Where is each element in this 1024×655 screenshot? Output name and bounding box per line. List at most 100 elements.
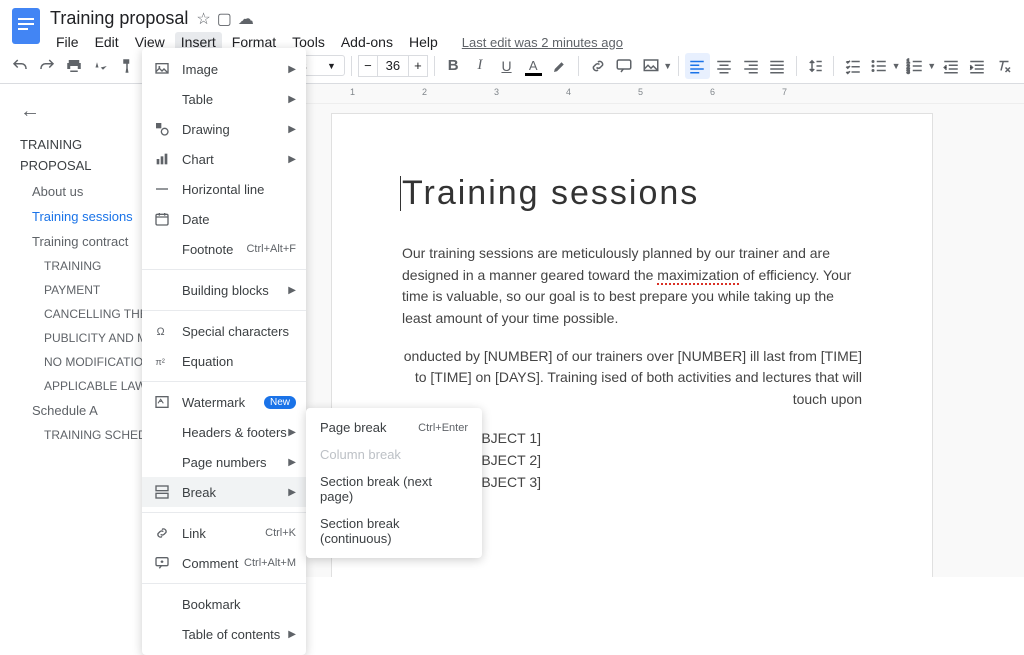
menu-item-label: Bookmark (182, 597, 296, 612)
menu-item-comment[interactable]: CommentCtrl+Alt+M (142, 548, 306, 578)
spellcheck-button[interactable] (88, 53, 113, 79)
submenu-item-page-break[interactable]: Page breakCtrl+Enter (306, 414, 482, 441)
align-left-button[interactable] (685, 53, 710, 79)
move-icon[interactable]: ▢ (217, 9, 232, 29)
insert-comment-button[interactable] (612, 53, 637, 79)
menu-item-label: Comment (182, 556, 244, 571)
bullet-list-chevron[interactable]: ▼ (892, 61, 901, 71)
star-icon[interactable]: ☆ (196, 9, 210, 29)
checklist-button[interactable] (840, 53, 865, 79)
menu-help[interactable]: Help (403, 32, 444, 52)
increase-indent-button[interactable] (965, 53, 990, 79)
menu-item-label: Footnote (182, 242, 246, 257)
menu-shortcut: Ctrl+K (265, 527, 296, 539)
blank-icon (152, 625, 172, 643)
print-button[interactable] (61, 53, 86, 79)
submenu-arrow-icon: ▶ (288, 427, 296, 438)
align-right-button[interactable] (738, 53, 763, 79)
menu-item-label: Image (182, 62, 288, 77)
ruler-mark: 4 (566, 87, 571, 97)
menu-item-headers-footers[interactable]: Headers & footers▶ (142, 417, 306, 447)
submenu-arrow-icon: ▶ (288, 124, 296, 135)
bullet-item[interactable]: [SUBJECT 1] (458, 427, 862, 449)
align-justify-button[interactable] (765, 53, 790, 79)
menu-item-image[interactable]: Image▶ (142, 54, 306, 84)
insert-link-button[interactable] (585, 53, 610, 79)
highlight-color-button[interactable] (548, 53, 573, 79)
line-spacing-button[interactable] (803, 53, 828, 79)
doc-h1[interactable]: Training sessions (402, 174, 862, 213)
menu-item-drawing[interactable]: Drawing▶ (142, 114, 306, 144)
font-size-increase[interactable]: + (408, 55, 428, 77)
footnote-icon (152, 240, 172, 258)
menu-item-label: Watermark (182, 395, 260, 410)
menu-item-chart[interactable]: Chart▶ (142, 144, 306, 174)
submenu-item-label: Page break (320, 420, 418, 435)
underline-button[interactable]: U (494, 53, 519, 79)
menu-item-label: Link (182, 526, 265, 541)
numbered-list-button[interactable]: 123 (903, 53, 928, 79)
menu-file[interactable]: File (50, 32, 85, 52)
menu-item-label: Page numbers (182, 455, 288, 470)
menu-item-link[interactable]: LinkCtrl+K (142, 518, 306, 548)
menu-item-table-of-contents[interactable]: Table of contents▶ (142, 619, 306, 649)
drawing-icon (152, 120, 172, 138)
svg-text:3: 3 (907, 69, 910, 75)
break-submenu: Page breakCtrl+EnterColumn breakSection … (306, 408, 482, 558)
cloud-status-icon[interactable]: ☁ (238, 9, 254, 29)
insert-image-button[interactable] (639, 53, 664, 79)
menu-item-horizontal-line[interactable]: Horizontal line (142, 174, 306, 204)
ruler-mark: 2 (422, 87, 427, 97)
bullet-item[interactable]: [SUBJECT 3] (458, 471, 862, 493)
hr-icon (152, 180, 172, 198)
menu-item-bookmark[interactable]: Bookmark (142, 589, 306, 619)
menu-item-label: Table of contents (182, 627, 288, 642)
menu-item-date[interactable]: Date (142, 204, 306, 234)
submenu-arrow-icon: ▶ (288, 94, 296, 105)
doc-title[interactable]: Training proposal (50, 8, 188, 29)
header: Training proposal ☆ ▢ ☁ File Edit View I… (0, 0, 1024, 48)
menu-shortcut: Ctrl+Alt+M (244, 557, 296, 569)
submenu-item-section-break-continuous-[interactable]: Section break (continuous) (306, 510, 482, 552)
doc-p1[interactable]: Our training sessions are meticulously p… (402, 243, 862, 330)
undo-button[interactable] (8, 53, 33, 79)
decrease-indent-button[interactable] (938, 53, 963, 79)
horizontal-ruler[interactable]: 1234567 (240, 84, 1024, 104)
font-size-decrease[interactable]: − (358, 55, 378, 77)
menubar: File Edit View Insert Format Tools Add-o… (50, 32, 629, 52)
menu-item-watermark[interactable]: WatermarkNew (142, 387, 306, 417)
clear-formatting-button[interactable] (992, 53, 1017, 79)
link-icon (152, 524, 172, 542)
italic-button[interactable]: I (468, 53, 493, 79)
align-center-button[interactable] (712, 53, 737, 79)
bold-button[interactable]: B (441, 53, 466, 79)
menu-item-footnote[interactable]: FootnoteCtrl+Alt+F (142, 234, 306, 264)
font-size-input[interactable]: 36 (378, 55, 408, 77)
menu-item-break[interactable]: Break▶ (142, 477, 306, 507)
menu-item-label: Equation (182, 354, 296, 369)
menu-item-special-characters[interactable]: ΩSpecial characters (142, 316, 306, 346)
doc-bullets[interactable]: [SUBJECT 1][SUBJECT 2][SUBJECT 3] (458, 427, 862, 493)
submenu-arrow-icon: ▶ (288, 487, 296, 498)
menu-edit[interactable]: Edit (89, 32, 125, 52)
spelling-error[interactable]: maximization (657, 267, 739, 285)
doc-p2[interactable]: onducted by [NUMBER] of our trainers ove… (402, 346, 862, 411)
bullet-item[interactable]: [SUBJECT 2] (458, 449, 862, 471)
menu-item-page-numbers[interactable]: Page numbers▶ (142, 447, 306, 477)
ruler-mark: 5 (638, 87, 643, 97)
menu-item-building-blocks[interactable]: Building blocks▶ (142, 275, 306, 305)
menu-addons[interactable]: Add-ons (335, 32, 399, 52)
submenu-item-section-break-next-page-[interactable]: Section break (next page) (306, 468, 482, 510)
last-edit-link[interactable]: Last edit was 2 minutes ago (456, 33, 629, 52)
image-button-chevron[interactable]: ▼ (663, 61, 672, 71)
redo-button[interactable] (35, 53, 60, 79)
docs-logo-icon[interactable] (8, 8, 44, 44)
wm-icon (152, 393, 172, 411)
numbered-list-chevron[interactable]: ▼ (927, 61, 936, 71)
menu-shortcut: Ctrl+Enter (418, 422, 468, 434)
menu-item-table[interactable]: Table▶ (142, 84, 306, 114)
text-color-button[interactable]: A (521, 53, 546, 79)
bulleted-list-button[interactable] (867, 53, 892, 79)
menu-item-equation[interactable]: π²Equation (142, 346, 306, 376)
paint-format-button[interactable] (115, 53, 140, 79)
